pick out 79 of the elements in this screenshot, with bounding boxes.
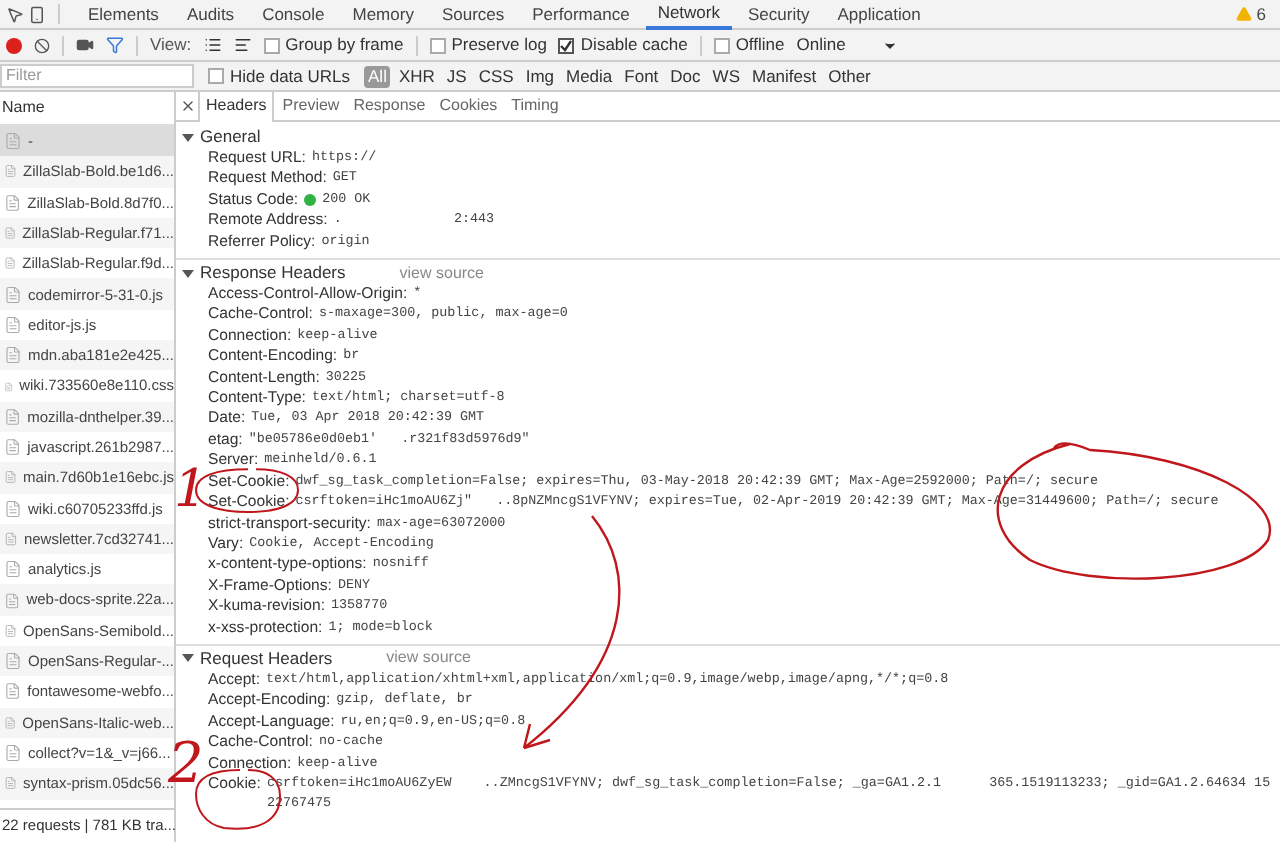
section-title[interactable]: General xyxy=(200,124,261,150)
file-icon xyxy=(4,132,22,151)
file-icon xyxy=(4,744,22,763)
device-icon[interactable] xyxy=(28,5,46,23)
file-icon xyxy=(4,162,18,181)
type-filter[interactable]: Img xyxy=(521,65,558,87)
record-button[interactable] xyxy=(6,37,22,53)
file-icon xyxy=(4,530,18,548)
file-icon xyxy=(4,224,17,243)
waterfall-icon[interactable] xyxy=(233,36,252,54)
file-icon xyxy=(4,774,18,793)
detail-tab[interactable]: Timing xyxy=(505,91,565,121)
file-icon xyxy=(4,254,17,273)
devtools-tab[interactable]: Security xyxy=(736,0,822,29)
type-filter[interactable]: Media xyxy=(562,65,617,87)
warning-count[interactable]: 6 xyxy=(1236,1,1274,27)
checkbox[interactable] xyxy=(429,37,446,53)
list-icon[interactable] xyxy=(203,36,222,54)
file-icon xyxy=(4,621,18,640)
file-icon xyxy=(4,560,22,579)
checkbox-label: Preserve log xyxy=(451,32,547,58)
warning-icon xyxy=(1236,6,1253,22)
view-source-link[interactable]: view source xyxy=(399,261,485,286)
type-filter[interactable]: Font xyxy=(620,65,663,87)
filter-field[interactable]: Filter xyxy=(0,64,194,88)
file-icon xyxy=(4,499,22,518)
detail-tab[interactable]: Preview xyxy=(276,91,346,121)
view-label: View: xyxy=(150,32,192,58)
filter-icon[interactable] xyxy=(106,36,124,54)
checkbox-label: Hide data URLs xyxy=(230,63,351,89)
type-filter[interactable]: JS xyxy=(442,65,471,87)
devtools-tab[interactable]: Elements xyxy=(76,0,171,29)
file-icon xyxy=(4,652,22,671)
devtools-tab[interactable]: Console xyxy=(250,0,337,29)
file-icon xyxy=(4,193,22,212)
detail-tab[interactable]: Response xyxy=(347,91,432,121)
file-icon xyxy=(4,346,22,365)
file-icon xyxy=(4,315,22,334)
checkbox-label: Disable cache xyxy=(580,32,688,58)
annotation-number: 1 xyxy=(174,464,208,516)
file-icon xyxy=(4,407,22,426)
detail-tab[interactable]: Headers xyxy=(198,91,275,121)
expand-arrow-icon[interactable] xyxy=(182,131,194,143)
file-icon xyxy=(4,377,14,396)
detail-tab[interactable]: Cookies xyxy=(433,91,504,121)
throttle-select[interactable]: Online xyxy=(796,32,898,58)
type-filter[interactable]: WS xyxy=(708,65,744,87)
type-filter[interactable]: Other xyxy=(824,65,875,87)
checkmark-icon xyxy=(560,39,573,51)
file-icon xyxy=(4,285,22,304)
checkbox[interactable] xyxy=(713,37,730,53)
expand-arrow-icon[interactable] xyxy=(182,652,194,665)
file-icon xyxy=(4,438,22,457)
expand-arrow-icon[interactable] xyxy=(182,267,194,280)
file-icon xyxy=(4,682,22,701)
checkbox-label: Group by frame xyxy=(285,32,404,58)
checkbox[interactable] xyxy=(558,37,575,53)
devtools-tab[interactable]: Application xyxy=(825,0,933,29)
type-filter[interactable]: Doc xyxy=(666,65,705,87)
checkbox-label: Offline xyxy=(735,32,785,58)
file-icon xyxy=(4,713,17,732)
devtools-tab[interactable]: Audits xyxy=(174,0,247,29)
type-filter[interactable]: Manifest xyxy=(748,65,821,87)
view-source-link[interactable]: view source xyxy=(386,646,471,671)
section-title[interactable]: Request Headers xyxy=(200,646,333,672)
file-icon xyxy=(4,468,18,487)
devtools-tab[interactable]: Sources xyxy=(429,0,517,29)
type-filter[interactable]: XHR xyxy=(394,65,439,87)
section-title[interactable]: Response Headers xyxy=(200,260,346,286)
inspect-icon[interactable] xyxy=(6,5,24,23)
clear-icon[interactable] xyxy=(34,37,50,53)
close-icon[interactable] xyxy=(180,98,196,114)
checkbox[interactable] xyxy=(263,37,280,53)
file-icon xyxy=(4,591,21,610)
devtools-tab[interactable]: Memory xyxy=(340,0,426,29)
camera-icon[interactable] xyxy=(76,36,94,54)
checkbox[interactable] xyxy=(208,68,224,84)
type-filter[interactable]: CSS xyxy=(474,65,518,87)
devtools-tab[interactable]: Performance xyxy=(520,0,642,29)
